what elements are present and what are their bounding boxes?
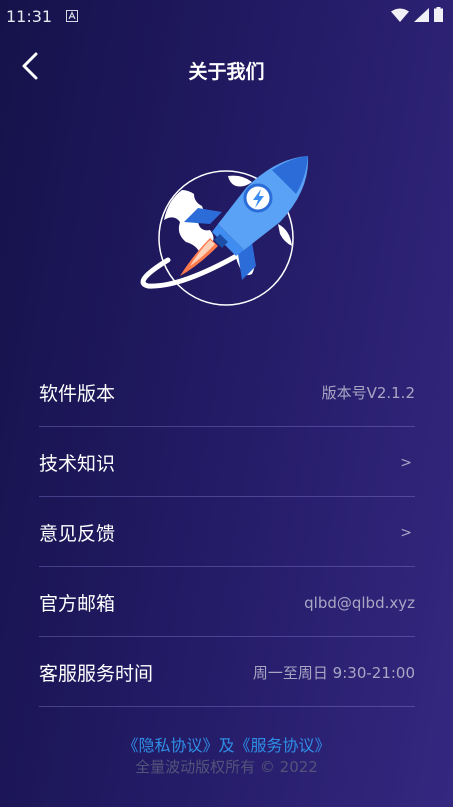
row-service-hours: 客服服务时间 周一至周日 9:30-21:00 xyxy=(39,637,415,707)
version-value: 版本号V2.1.2 xyxy=(321,384,415,402)
row-label: 意见反馈 xyxy=(39,523,116,545)
hero-illustration xyxy=(140,150,315,315)
row-label: 客服服务时间 xyxy=(39,663,154,685)
notification-a-icon xyxy=(66,7,79,26)
service-agreement-link[interactable]: 《服务协议》 xyxy=(235,736,331,755)
agreement-links: 《隐私协议》及《服务协议》 xyxy=(0,735,453,757)
wifi-icon xyxy=(391,7,409,26)
rocket-globe-icon xyxy=(140,156,315,319)
footer: 《隐私协议》及《服务协议》 全量波动版权所有 © 2022 xyxy=(0,735,453,778)
nav-bar: 关于我们 xyxy=(0,40,453,98)
copyright-text: 全量波动版权所有 © 2022 xyxy=(135,758,318,776)
status-bar: 11:31 xyxy=(0,0,453,32)
links-joiner: 及 xyxy=(218,736,235,755)
status-left: 11:31 xyxy=(6,6,79,26)
status-time: 11:31 xyxy=(6,6,53,26)
email-value: qlbd@qlbd.xyz xyxy=(304,593,415,612)
status-right xyxy=(391,6,443,26)
chevron-right-icon: > xyxy=(400,454,412,471)
info-list: 软件版本 版本号V2.1.2 技术知识 > 意见反馈 > 官方邮箱 qlbd@q… xyxy=(39,357,415,707)
row-tech-knowledge[interactable]: 技术知识 > xyxy=(39,427,415,497)
row-label: 官方邮箱 xyxy=(39,593,116,615)
battery-icon xyxy=(434,6,443,26)
service-hours-value: 周一至周日 9:30-21:00 xyxy=(252,664,415,682)
row-label: 技术知识 xyxy=(39,453,116,475)
privacy-policy-link[interactable]: 《隐私协议》 xyxy=(122,736,218,755)
row-official-email: 官方邮箱 qlbd@qlbd.xyz xyxy=(39,567,415,637)
signal-icon xyxy=(414,7,429,26)
row-feedback[interactable]: 意见反馈 > xyxy=(39,497,415,567)
page-title: 关于我们 xyxy=(188,61,265,83)
chevron-right-icon: > xyxy=(400,524,412,541)
row-label: 软件版本 xyxy=(39,383,116,405)
row-software-version: 软件版本 版本号V2.1.2 xyxy=(39,357,415,427)
